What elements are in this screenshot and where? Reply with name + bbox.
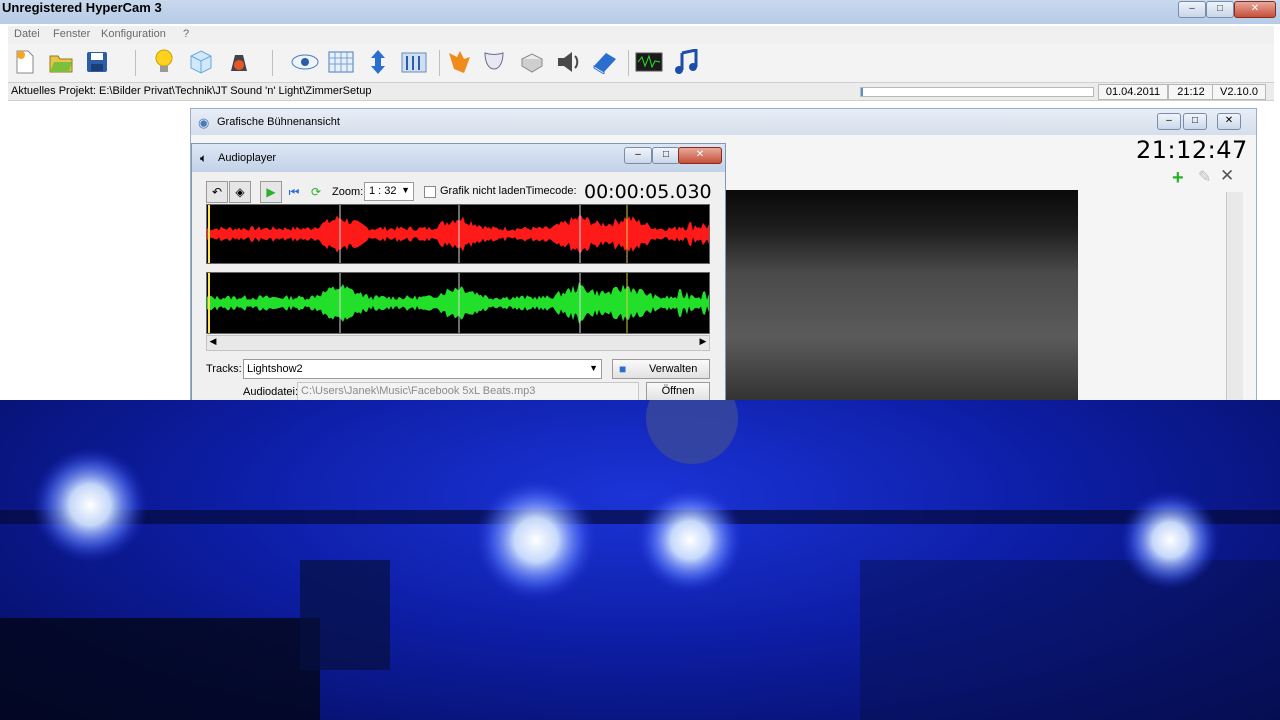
menu-konfiguration[interactable]: Konfiguration [101,28,166,40]
open-folder-icon[interactable] [46,47,76,77]
lightbulb-icon[interactable] [149,47,179,77]
tracks-value: Lightshow2 [247,363,303,375]
zoom-label: Zoom: [332,186,364,198]
par-light-3 [636,486,744,594]
audioplayer-close-button[interactable]: ✕ [678,147,722,164]
grafik-label-text: Grafik nicht laden [440,185,526,197]
tag-icon[interactable]: ◈ [229,181,251,203]
masks-icon[interactable] [480,47,510,77]
minimize-button[interactable]: – [1178,1,1206,18]
timecode-label: Timecode: [525,185,577,197]
save-icon[interactable] [82,47,112,77]
tracks-select[interactable]: Lightshow2 ▼ [243,359,602,379]
left-waveform-graphic [207,205,709,263]
grid-icon[interactable] [326,47,356,77]
equalizer-icon[interactable] [399,47,429,77]
toolbar-separator [628,50,629,76]
stage-close-button[interactable]: ✕ [1217,113,1241,130]
par-light-4 [1120,490,1220,590]
flame-icon[interactable] [444,47,474,77]
chevron-down-icon: ▼ [589,363,598,373]
status-time: 21:12 [1168,84,1214,100]
manage-button-label: Verwalten [649,363,698,375]
music-note-icon[interactable] [671,47,701,77]
toolbar-separator [272,50,273,76]
right-channel-waveform[interactable] [206,272,710,334]
maximize-button[interactable]: □ [1206,1,1234,18]
scroll-right-icon[interactable]: ▶ [697,336,709,347]
par-light-1 [32,447,148,563]
audioplayer-window: 🔈︎ Audioplayer – □ ✕ ↶ ◈ ▶ ⏮ ⟳ Zoom: 1 :… [191,143,726,402]
progress-bar [860,87,1094,97]
audiofile-path: C:\Users\Janek\Music\Facebook 5xL Beats.… [301,385,536,397]
status-date: 01.04.2011 [1098,84,1168,100]
left-channel-waveform[interactable] [206,204,710,264]
open-button[interactable]: Öffnen [646,382,710,401]
add-icon[interactable]: + [1172,167,1184,190]
menu-datei[interactable]: Datei [14,28,40,40]
toolbar [8,44,1274,82]
hypercam-app-window: Unregistered HyperCam 3 – □ ✕ Datei Fens… [0,0,1280,402]
database-icon: ■ [619,362,627,376]
status-bar: Aktuelles Projekt: E:\Bilder Privat\Tech… [8,82,1274,101]
progress-fill [861,88,864,96]
stage-lights-photo [0,400,1280,720]
timecode-display: 00:00:05.030 [584,181,712,203]
grafik-nicht-laden-checkbox[interactable] [424,186,436,198]
menu-bar: Datei Fenster Konfiguration ? [8,26,1274,45]
manage-button[interactable]: ■ Verwalten [612,359,710,379]
toolbar-separator [439,50,440,76]
grafik-checkbox-label: Grafik nicht ladenTimecode: [440,185,577,197]
new-document-icon[interactable] [10,47,40,77]
scroll-left-icon[interactable]: ◀ [207,336,219,347]
book-icon[interactable] [590,47,620,77]
up-down-arrows-icon[interactable] [363,47,393,77]
stage-view-titlebar: ◉ Grafische Bühnenansicht – □ ✕ [191,109,1256,135]
stage-eye-icon: ◉ [198,115,210,130]
audioplayer-titlebar: 🔈︎ Audioplayer – □ ✕ [192,144,725,172]
stage-lights-graphic [0,400,1280,720]
moving-head-icon[interactable] [223,47,253,77]
undo-icon[interactable]: ↶ [206,181,228,203]
toolbar-separator [135,50,136,76]
loop-icon[interactable]: ⟳ [305,181,327,203]
close-button[interactable]: ✕ [1234,1,1276,18]
speaker-icon[interactable] [553,47,583,77]
speaker-title-icon: 🔈︎ [200,151,208,165]
audiofile-label: Audiodatei: [243,386,299,398]
stage-clock: 21:12:47 [1136,136,1248,164]
stage-minimize-button[interactable]: – [1157,113,1181,130]
menu-fenster[interactable]: Fenster [53,28,90,40]
stage-maximize-button[interactable]: □ [1183,113,1207,130]
delete-icon[interactable]: ✕ [1220,166,1234,186]
edit-icon[interactable]: ✎ [1198,167,1211,187]
par-light-2 [474,478,598,602]
right-waveform-graphic [207,273,709,333]
audiofile-path-field: C:\Users\Janek\Music\Facebook 5xL Beats.… [297,382,639,401]
stage-scrollbar[interactable] [1226,192,1243,400]
audioplayer-minimize-button[interactable]: – [624,147,652,164]
eye-icon[interactable] [290,47,320,77]
play-icon[interactable]: ▶ [260,181,282,203]
zoom-value: 1 : 32 [369,185,397,197]
cube-icon[interactable] [186,47,216,77]
menu-help[interactable]: ? [183,28,189,40]
waveform-scrollbar[interactable]: ◀ ▶ [206,335,710,351]
box-icon[interactable] [517,47,547,77]
audioplayer-title: Audioplayer [218,152,277,164]
status-version: V2.10.0 [1212,84,1266,100]
chevron-down-icon: ▼ [401,185,410,195]
window-title: Unregistered HyperCam 3 [2,0,162,15]
waveform-monitor-icon[interactable] [634,47,664,77]
audioplayer-maximize-button[interactable]: □ [652,147,680,164]
stage-view-title: Grafische Bühnenansicht [217,116,340,128]
zoom-select[interactable]: 1 : 32 ▼ [364,182,414,201]
project-path: Aktuelles Projekt: E:\Bilder Privat\Tech… [11,85,372,97]
skip-back-icon[interactable]: ⏮ [283,181,305,203]
stage-camera-image [724,190,1078,400]
title-bar: Unregistered HyperCam 3 – □ ✕ [0,0,1280,24]
tracks-label: Tracks: [206,363,242,375]
